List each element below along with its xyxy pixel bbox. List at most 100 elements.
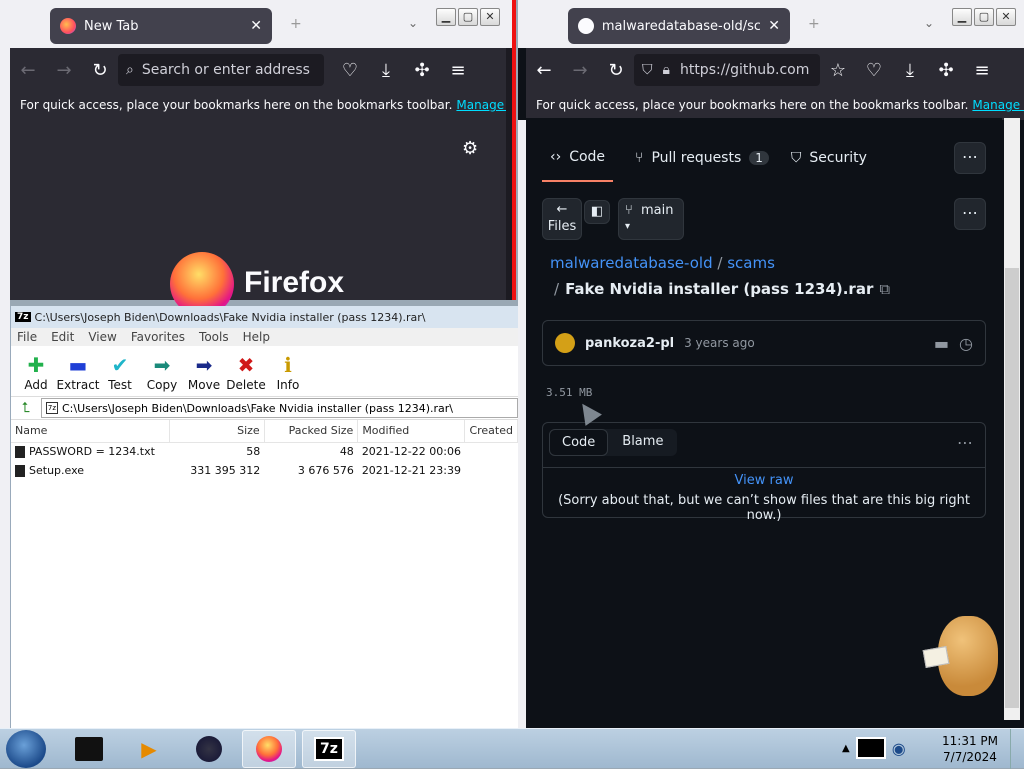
clock[interactable]: 11:31 PM 7/7/2024 [940,733,1000,765]
network-icon[interactable]: ◉ [892,739,906,758]
info-button[interactable]: ℹ Info [267,346,309,396]
menu-icon[interactable]: ≡ [964,60,1000,81]
menu-tools[interactable]: Tools [199,330,229,344]
tray-7zip-icon[interactable] [855,737,886,759]
chevron-down-icon[interactable]: ⌄ [408,16,418,30]
downloads-icon[interactable]: ⤓ [368,60,404,81]
menu-help[interactable]: Help [243,330,270,344]
reload-icon[interactable]: ↻ [598,60,634,81]
branch-selector[interactable]: ⑂ main ▾ [618,198,684,240]
col-packed-size[interactable]: Packed Size [264,420,359,443]
col-created[interactable]: Created [464,420,518,443]
col-size[interactable]: Size [169,420,265,443]
move-button[interactable]: ➡ Move [183,346,225,396]
back-icon[interactable]: ← [10,60,46,81]
taskbar-7zip[interactable]: 7z [302,730,356,768]
bookmark-star-icon[interactable]: ☆ [820,60,856,81]
copy-path-icon[interactable]: ⧉ [879,280,890,298]
taskbar-media-player[interactable]: ▶ [122,730,176,768]
delete-button[interactable]: ✖ Delete [225,346,267,396]
copy-button[interactable]: ➡ Copy [141,346,183,396]
info-icon: ℹ [284,353,292,377]
close-tab-icon[interactable]: ✕ [768,18,780,34]
file-name: Setup.exe [29,464,85,477]
files-button[interactable]: ← Files [542,198,582,240]
menu-icon[interactable]: ≡ [440,60,476,81]
url-bar[interactable]: ⌕ Search or enter address [118,54,324,86]
gear-icon[interactable]: ⚙ [462,138,478,159]
bookmarks-toolbar: For quick access, place your bookmarks h… [10,90,506,120]
extensions-icon[interactable]: ✣ [404,60,440,81]
maximize-button[interactable]: ▢ [458,8,478,26]
show-desktop-button[interactable] [1010,729,1024,769]
tab-new-tab[interactable]: New Tab ✕ [50,8,272,44]
up-folder-icon[interactable]: ⮤ [11,400,41,416]
chevron-down-icon[interactable]: ⌄ [924,16,934,30]
close-tab-icon[interactable]: ✕ [250,18,262,34]
search-icon: ⌕ [126,62,134,78]
commit-bar: pankoza2-pl 3 years ago ▬ ◷ [542,320,986,366]
repo-link[interactable]: malwaredatabase-old [550,254,713,272]
col-modified[interactable]: Modified [357,420,466,443]
author-link[interactable]: pankoza2-pl [585,336,674,351]
blame-view-button[interactable]: Blame [608,429,677,456]
scrollbar-thumb[interactable] [1005,268,1019,708]
table-row[interactable]: Setup.exe 331 395 312 3 676 576 2021-12-… [11,461,518,480]
tray-expand-icon[interactable]: ▲ [842,743,850,754]
manage-bookmarks-link[interactable]: Manage bookmarks [972,98,1024,112]
downloads-icon[interactable]: ⤓ [892,60,928,81]
new-tab-icon[interactable]: + [290,16,302,32]
minimize-button[interactable]: ▁ [436,8,456,26]
more-options-button[interactable]: ⋯ [954,142,986,174]
forward-icon[interactable]: → [562,60,598,81]
pocket-icon[interactable]: ♡ [856,60,892,81]
avatar[interactable] [555,333,575,353]
taskbar-network[interactable] [182,730,236,768]
tab-pull-requests[interactable]: ⑂ Pull requests 1 [635,134,769,182]
test-button[interactable]: ✔ Test [99,346,141,396]
folder-link[interactable]: scams [727,254,775,272]
menu-edit[interactable]: Edit [51,330,74,344]
commit-message-icon[interactable]: ▬ [934,334,949,353]
tab-code-label: Code [569,149,606,165]
firefox-wordmark: Firefox [244,266,345,299]
forward-icon[interactable]: → [46,60,82,81]
minimize-button[interactable]: ▁ [952,8,972,26]
new-tab-icon[interactable]: + [808,16,820,32]
close-button[interactable]: ✕ [996,8,1016,26]
reload-icon[interactable]: ↻ [82,60,118,81]
menu-view[interactable]: View [88,330,116,344]
history-icon[interactable]: ◷ [959,334,973,353]
maximize-button[interactable]: ▢ [974,8,994,26]
taskbar-firefox[interactable] [242,730,296,768]
pocket-icon[interactable]: ♡ [332,60,368,81]
col-name[interactable]: Name [11,420,171,443]
extensions-icon[interactable]: ✣ [928,60,964,81]
close-button[interactable]: ✕ [480,8,500,26]
extract-button[interactable]: ▬ Extract [57,346,100,396]
back-icon[interactable]: ← [526,60,562,81]
bookmarks-toolbar: For quick access, place your bookmarks h… [526,90,1024,120]
view-raw-link[interactable]: View raw [543,473,985,488]
start-button[interactable] [6,730,46,768]
move-icon: ➡ [195,353,213,377]
manage-bookmarks-link[interactable]: Manage bookmarks [456,98,506,112]
test-label: Test [108,378,132,392]
path-field[interactable]: 7z C:\Users\Joseph Biden\Downloads\Fake … [41,398,518,418]
viewer-more-icon[interactable]: ⋯ [957,433,973,452]
url-bar[interactable]: ⛉ 🔒︎ https://github.com [634,54,820,86]
7zip-window: 7z C:\Users\Joseph Biden\Downloads\Fake … [10,306,518,728]
menu-favorites[interactable]: Favorites [131,330,185,344]
tab-security[interactable]: ⛉ Security [791,134,867,182]
add-button[interactable]: ✚ Add [15,346,57,396]
caret-down-icon: ▾ [625,221,631,232]
side-panel-icon[interactable]: ◧ [584,200,610,224]
menu-file[interactable]: File [17,330,37,344]
tab-github[interactable]: malwaredatabase-old/scams/F ✕ [568,8,790,44]
scrollbar[interactable] [1004,118,1020,720]
taskbar-cmd[interactable] [62,730,116,768]
file-actions-button[interactable]: ⋯ [954,198,986,230]
tab-code[interactable]: ‹› Code [542,134,614,182]
code-view-button[interactable]: Code [549,429,609,456]
table-row[interactable]: PASSWORD = 1234.txt 58 48 2021-12-22 00:… [11,442,518,461]
